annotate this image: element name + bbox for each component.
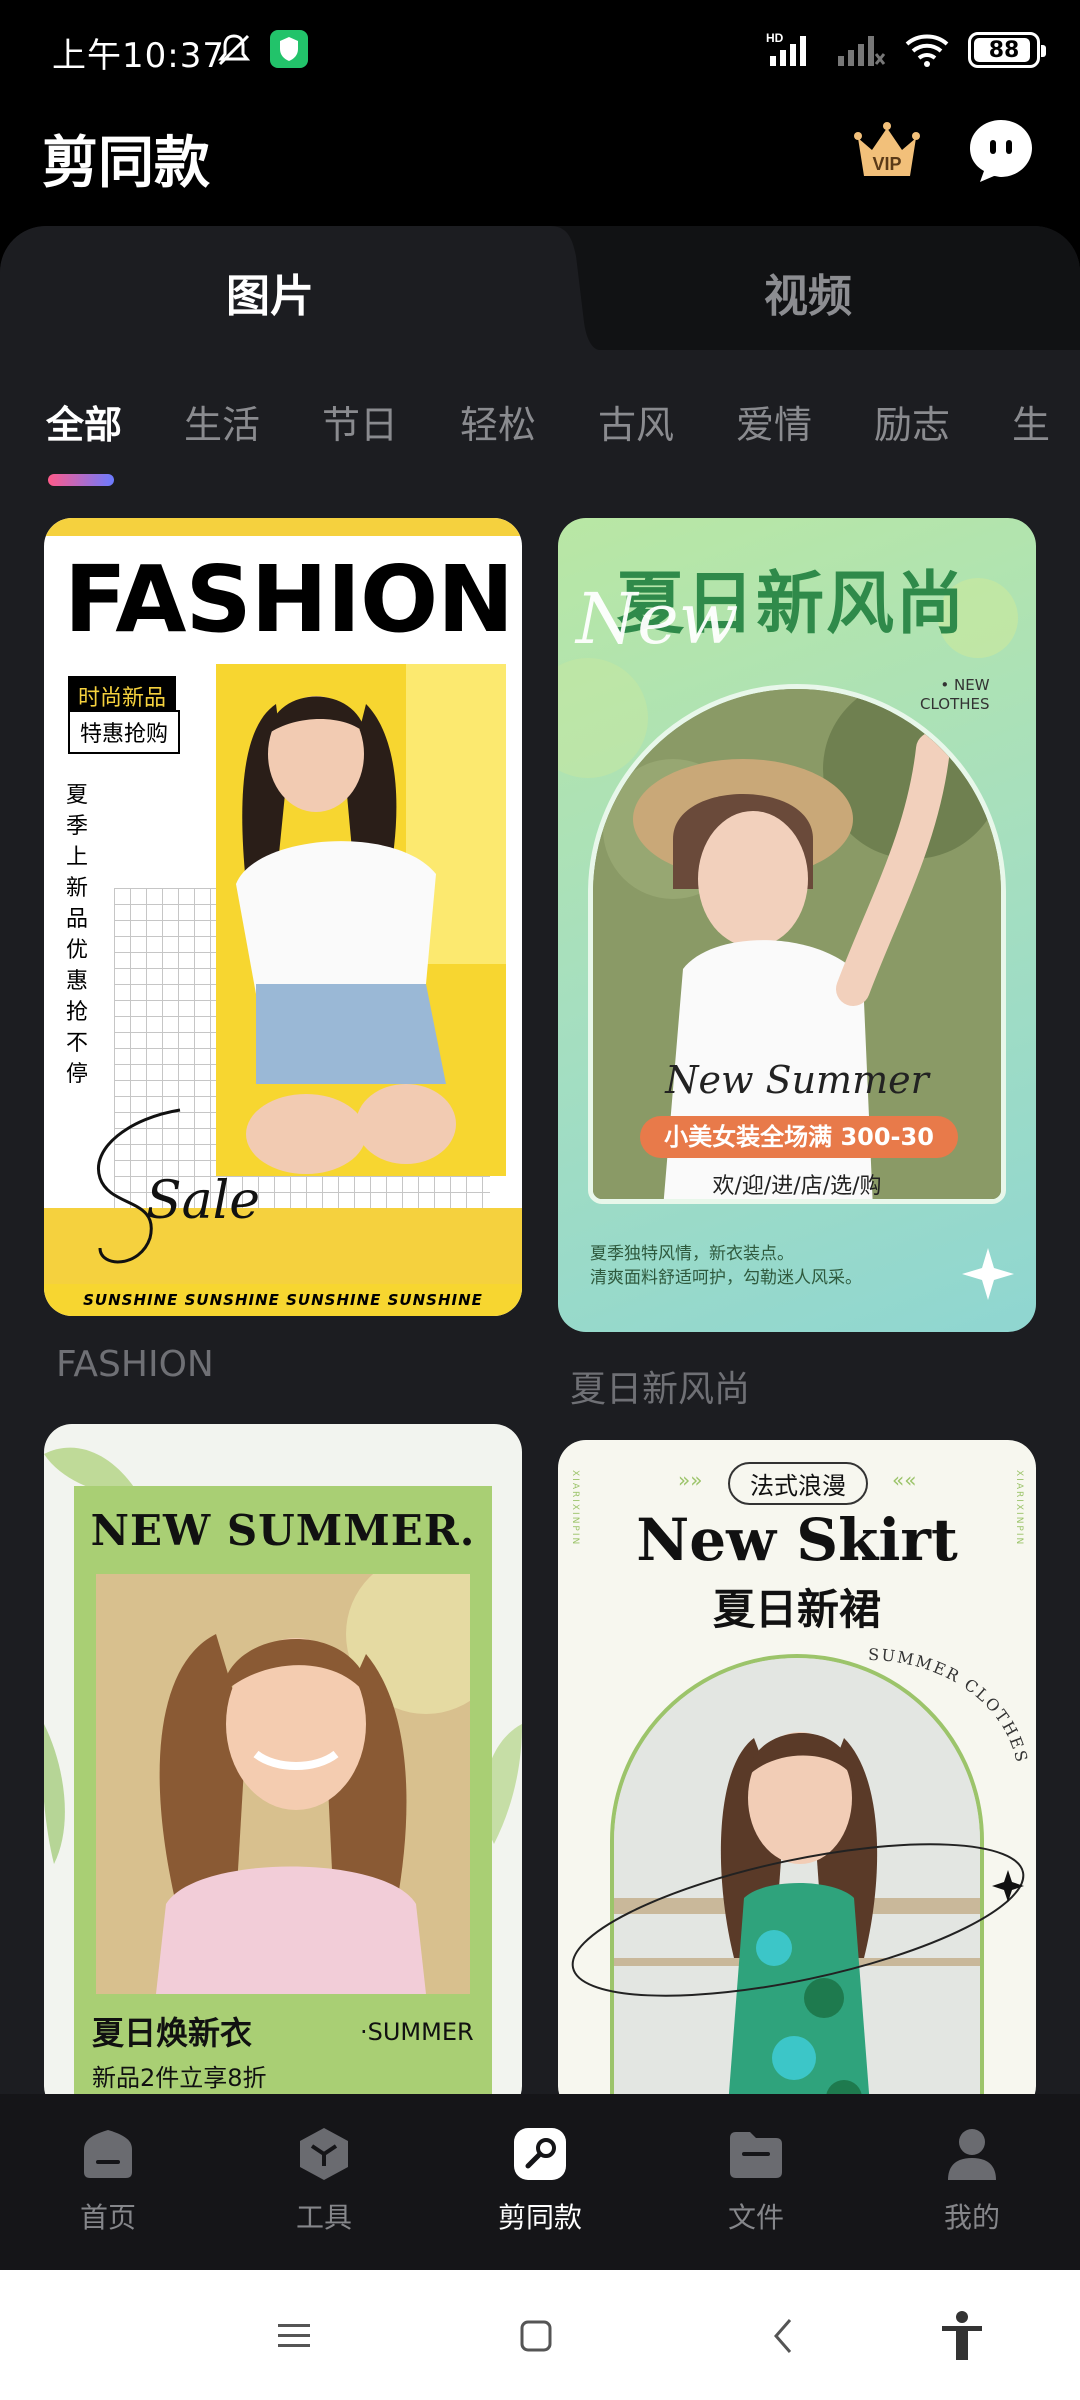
nav-files[interactable]: 文件 xyxy=(676,2124,836,2236)
template-card-new-skirt[interactable]: XIARIXINPIN XIARIXINPIN »» 法式浪漫 «« New S… xyxy=(558,1440,1036,2094)
folder-icon xyxy=(730,2132,782,2178)
signal-hd-icon: HD xyxy=(766,31,806,66)
orbit-decoration xyxy=(571,1843,1025,1997)
new-overlay: New xyxy=(576,578,739,660)
profile-icon xyxy=(948,2129,996,2180)
home-button-icon[interactable] xyxy=(508,2308,564,2364)
category-more[interactable]: 生 xyxy=(1012,394,1050,449)
category-relax[interactable]: 轻松 xyxy=(460,394,536,449)
romance-pill: 法式浪漫 xyxy=(728,1462,868,1505)
arrows-left-icon: »» xyxy=(678,1468,703,1492)
template-card-fashion[interactable]: FASHION 时尚新品 特惠抢购 夏季上新品优惠抢不停 Sale SUNSHI… xyxy=(44,518,522,1316)
accessibility-icon[interactable] xyxy=(934,2308,990,2364)
vertical-slogan: 夏季上新品优惠抢不停 xyxy=(66,783,89,1087)
category-inspire[interactable]: 励志 xyxy=(874,394,950,449)
back-icon[interactable] xyxy=(756,2308,812,2364)
tag-discount: 特惠抢购 xyxy=(68,710,181,754)
sale-script: Sale xyxy=(97,1108,260,1264)
sunshine-strip: SUNSHINE SUNSHINE SUNSHINE SUNSHINE xyxy=(44,1284,522,1316)
svg-text:VIP: VIP xyxy=(872,154,901,174)
template-icon xyxy=(514,2128,566,2180)
category-active-indicator xyxy=(48,474,114,486)
mute-icon xyxy=(217,34,251,66)
promo-text: 新品2件立享8折 xyxy=(92,2064,267,2092)
card-headline: NEW SUMMER. xyxy=(90,1506,476,1555)
home-icon xyxy=(84,2130,132,2178)
signal-weak-icon xyxy=(838,36,886,66)
tab-videos[interactable]: 视频 xyxy=(764,260,852,324)
status-time: 上午10:37 xyxy=(52,36,225,76)
status-indicators: HD 88 xyxy=(766,30,1046,70)
wifi-icon xyxy=(905,34,949,67)
model-photo xyxy=(96,1574,470,1994)
nav-templates[interactable]: 剪同款 xyxy=(460,2124,620,2236)
app-header: 剪同款 VIP xyxy=(0,100,1080,228)
summer-label: ·SUMMER xyxy=(360,2018,474,2046)
template-card-summer-trend[interactable]: 夏日新风尚 New • NEW CLOTHES New Summer 小美女装全… xyxy=(558,518,1036,1332)
card-cn-title: 夏日新裙 xyxy=(712,1585,881,1634)
system-navigation-bar xyxy=(0,2270,1080,2400)
template-card-new-summer[interactable]: NEW SUMMER. 夏日焕新衣 ·SUMMER 新品2件立享8折 xyxy=(44,1424,522,2094)
promo-pill: 小美女装全场满 300-30 xyxy=(640,1116,958,1158)
status-bar: 上午10:37 HD 88 xyxy=(0,0,1080,100)
tab-images[interactable]: 图片 xyxy=(226,260,314,324)
svg-text:Sale: Sale xyxy=(146,1171,260,1231)
category-festival[interactable]: 节日 xyxy=(322,394,398,449)
category-tabs: 全部 生活 节日 轻松 古风 爱情 励志 生 xyxy=(0,394,1080,454)
shield-icon xyxy=(270,30,308,68)
card-headline: FASHION xyxy=(64,546,514,653)
nav-home[interactable]: 首页 xyxy=(28,2124,188,2236)
menu-icon[interactable] xyxy=(266,2308,322,2364)
category-all[interactable]: 全部 xyxy=(46,394,122,449)
battery-icon: 88 xyxy=(968,32,1046,68)
card-caption-fashion: FASHION xyxy=(56,1344,214,1385)
welcome-text: 欢/迎/进/店/选/购 xyxy=(712,1174,882,1199)
card-caption-summer-trend: 夏日新风尚 xyxy=(570,1369,751,1410)
card-cn-title: 夏日焕新衣 xyxy=(92,2014,253,2052)
new-clothes-label: • NEW CLOTHES xyxy=(920,676,990,713)
card-description: 夏季独特风情，新衣装点。 清爽面料舒适呵护，勾勒迷人风采。 xyxy=(590,1244,862,1288)
nav-tools[interactable]: 工具 xyxy=(244,2124,404,2236)
category-love[interactable]: 爱情 xyxy=(736,394,812,449)
message-icon[interactable] xyxy=(966,116,1036,186)
page-title: 剪同款 xyxy=(42,131,210,196)
card-headline: New Skirt xyxy=(636,1506,958,1574)
category-life[interactable]: 生活 xyxy=(184,394,260,449)
nav-profile[interactable]: 我的 xyxy=(892,2124,1052,2236)
arrows-right-icon: «« xyxy=(892,1468,917,1492)
tools-icon xyxy=(300,2128,348,2180)
category-ancient[interactable]: 古风 xyxy=(598,394,674,449)
new-summer-subtitle: New Summer xyxy=(665,1058,929,1102)
segment-divider xyxy=(520,226,600,350)
vip-crown-icon[interactable]: VIP xyxy=(852,120,922,184)
battery-level: 88 xyxy=(988,37,1020,63)
svg-text:HD: HD xyxy=(766,31,784,45)
bottom-navigation: 首页 工具 剪同款 文件 我的 xyxy=(0,2094,1080,2270)
content-panel: 图片 视频 全部 生活 节日 轻松 古风 爱情 励志 生 FASHION 时尚新… xyxy=(0,226,1080,2094)
